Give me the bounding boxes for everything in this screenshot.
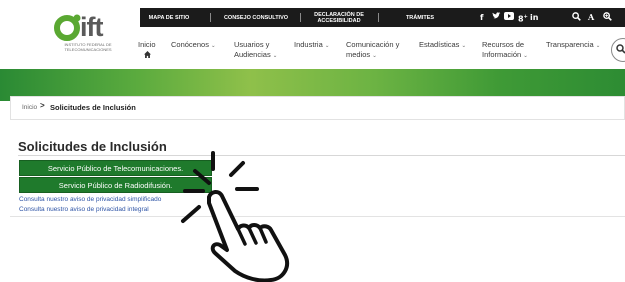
top-utility-bar: MAPA DE SITIO CONSEJO CONSULTIVO DECLARA… bbox=[140, 8, 625, 27]
search-button[interactable] bbox=[611, 38, 625, 62]
chevron-down-icon: ⌄ bbox=[461, 43, 467, 49]
nav-item-comunicacion[interactable]: Comunicación y medios ⌄ bbox=[346, 40, 408, 61]
nav-item-usuarios[interactable]: Usuarios y Audiencias ⌄ bbox=[234, 40, 284, 61]
chevron-down-icon: ⌄ bbox=[272, 53, 278, 59]
nav-item-transparencia[interactable]: Transparencia ⌄ bbox=[546, 40, 600, 51]
top-divider bbox=[210, 13, 211, 22]
facebook-icon[interactable]: f bbox=[480, 12, 483, 23]
nav-item-estadisticas[interactable]: Estadísticas ⌄ bbox=[419, 40, 466, 51]
ift-logo[interactable]: ift Instituto Federal de Telecomunicacio… bbox=[52, 12, 122, 60]
search-icon bbox=[616, 44, 625, 54]
search-icon[interactable] bbox=[572, 12, 581, 24]
nav-item-label: Usuarios y Audiencias bbox=[234, 40, 271, 59]
nav-item-label: Conócenos bbox=[171, 40, 209, 49]
privacy-simplified-link[interactable]: Consulta nuestro aviso de privacidad sim… bbox=[19, 196, 161, 203]
font-size-icon[interactable]: A bbox=[588, 12, 594, 23]
chevron-down-icon: ⌄ bbox=[372, 53, 377, 59]
youtube-icon[interactable] bbox=[504, 12, 514, 23]
zoom-icon[interactable] bbox=[603, 12, 612, 24]
twitter-icon[interactable] bbox=[492, 12, 501, 24]
content-divider bbox=[10, 216, 625, 217]
chevron-down-icon: ⌄ bbox=[211, 43, 216, 49]
logo-wordmark: ift bbox=[80, 12, 104, 42]
logo-ring-icon bbox=[54, 14, 81, 41]
pointing-hand-click-icon bbox=[181, 151, 290, 282]
title-divider bbox=[18, 155, 625, 156]
home-icon bbox=[144, 51, 156, 61]
nav-item-label: Inicio bbox=[138, 40, 156, 49]
privacy-full-link[interactable]: Consulta nuestro aviso de privacidad int… bbox=[19, 206, 149, 213]
chevron-down-icon: ⌄ bbox=[324, 43, 330, 49]
chevron-down-icon: ⌄ bbox=[523, 53, 528, 59]
top-divider bbox=[300, 13, 301, 22]
procedures-link[interactable]: TRÁMITES bbox=[392, 8, 448, 27]
page-title: Solicitudes de Inclusión bbox=[18, 139, 167, 154]
nav-item-recursos[interactable]: Recursos de Información ⌄ bbox=[482, 40, 536, 61]
top-divider bbox=[378, 13, 379, 22]
linkedin-icon[interactable]: in bbox=[530, 12, 538, 23]
nav-item-conocenos[interactable]: Conócenos ⌄ bbox=[171, 40, 216, 51]
nav-item-industria[interactable]: Industria ⌄ bbox=[294, 40, 329, 51]
googleplus-icon[interactable]: 8+ bbox=[518, 12, 528, 25]
sitemap-link[interactable]: MAPA DE SITIO bbox=[140, 8, 198, 27]
advisory-council-link[interactable]: CONSEJO CONSULTIVO bbox=[216, 8, 296, 27]
nav-item-label: Transparencia bbox=[546, 40, 594, 49]
accessibility-link[interactable]: DECLARACIÓN DE ACCESIBILIDAD bbox=[304, 8, 374, 27]
breadcrumb-home-link[interactable]: Inicio bbox=[22, 104, 37, 111]
chevron-down-icon: ⌄ bbox=[595, 43, 601, 49]
nav-item-label: Recursos de Información bbox=[482, 40, 525, 59]
nav-item-label: Industria bbox=[294, 40, 323, 49]
logo-tagline: Instituto Federal de Telecomunicaciones bbox=[64, 42, 112, 52]
breadcrumb-separator-icon: > bbox=[40, 101, 45, 110]
nav-item-inicio[interactable]: Inicio bbox=[138, 40, 156, 61]
breadcrumb-current: Solicitudes de Inclusión bbox=[50, 103, 136, 112]
nav-item-label: Estadísticas bbox=[419, 40, 460, 49]
